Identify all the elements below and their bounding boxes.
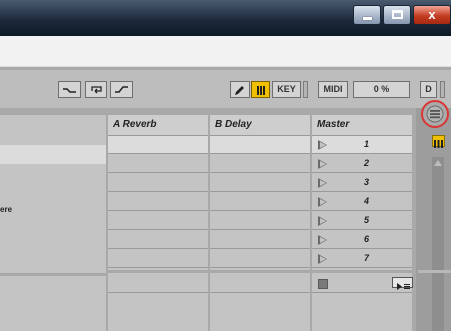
- scene-number: 2: [364, 158, 370, 168]
- ramp-button[interactable]: [110, 81, 133, 98]
- scene-view-button[interactable]: [392, 277, 413, 290]
- pencil-icon: [235, 86, 244, 95]
- clip-slot[interactable]: [210, 193, 310, 211]
- close-icon: x: [428, 7, 436, 22]
- play-icon[interactable]: [318, 216, 327, 226]
- key-map-button[interactable]: KEY: [272, 81, 301, 98]
- ramp-icon: [115, 86, 128, 93]
- play-list-icon: [397, 283, 410, 290]
- scene-number: 3: [364, 177, 370, 187]
- vertical-scrollbar[interactable]: [432, 157, 444, 331]
- clip-slot[interactable]: [108, 174, 208, 192]
- clip-stop-slot[interactable]: [210, 275, 310, 293]
- track-label: ere: [0, 205, 13, 214]
- clip-slot[interactable]: [210, 212, 310, 230]
- menu-bar: [0, 36, 451, 67]
- pause-icon: [256, 86, 265, 95]
- selected-clip-slot[interactable]: [0, 145, 106, 164]
- scene-launch-slot[interactable]: 1: [312, 136, 412, 154]
- play-icon[interactable]: [318, 159, 327, 169]
- keyboard-pause-button[interactable]: [251, 81, 270, 98]
- play-icon[interactable]: [318, 140, 327, 150]
- track-title: B Delay: [215, 119, 252, 130]
- master-track: Master 1 2 3 4 5 6 7: [312, 115, 413, 331]
- scroll-up-icon[interactable]: [434, 160, 442, 166]
- clip-slot[interactable]: [108, 231, 208, 249]
- clip-stop-slot[interactable]: [108, 275, 208, 293]
- play-icon[interactable]: [318, 197, 327, 207]
- clip-slot[interactable]: [210, 231, 310, 249]
- section-divider: [0, 273, 106, 276]
- draw-mode-button[interactable]: [230, 81, 250, 98]
- track-title: A Reverb: [113, 119, 157, 130]
- clip-slot[interactable]: [210, 174, 310, 192]
- close-button[interactable]: x: [413, 5, 451, 25]
- clip-slot[interactable]: [108, 136, 208, 154]
- title-bar: x: [0, 0, 451, 36]
- midi-map-button[interactable]: MIDI: [318, 81, 348, 98]
- track-title: Master: [317, 119, 350, 130]
- scene-number: 1: [364, 139, 370, 149]
- scene-launch-slot[interactable]: 2: [312, 155, 412, 173]
- clip-slot[interactable]: [108, 212, 208, 230]
- scene-launch-slot[interactable]: 6: [312, 231, 412, 249]
- track-column-left: ere: [0, 115, 106, 331]
- scene-launch-slot[interactable]: 3: [312, 174, 412, 192]
- pause-icon: [434, 140, 443, 148]
- d-button[interactable]: D: [420, 81, 437, 98]
- scene-number: 6: [364, 234, 370, 244]
- section-divider: [418, 270, 451, 273]
- draw-curve-button[interactable]: [58, 81, 81, 98]
- loop-icon: [90, 86, 102, 94]
- transport-toolbar: KEY MIDI 0 % D: [0, 70, 451, 109]
- return-track-a-reverb: A Reverb: [108, 115, 208, 331]
- section-divider: [210, 270, 310, 273]
- play-icon[interactable]: [318, 254, 327, 264]
- scene-number: 5: [364, 215, 370, 225]
- toolbar-divider: [440, 81, 445, 98]
- scene-launch-slot[interactable]: 7: [312, 250, 412, 268]
- clip-slot[interactable]: [210, 136, 310, 154]
- clip-slot[interactable]: [108, 193, 208, 211]
- track-header[interactable]: Master: [312, 115, 412, 136]
- session-mixer: ere A Reverb B Delay Master 1 2 3 4 5 6: [0, 108, 451, 331]
- minimize-icon: [363, 17, 372, 20]
- track-header[interactable]: B Delay: [210, 115, 310, 136]
- return-track-b-delay: B Delay: [210, 115, 310, 331]
- scene-number: 4: [364, 196, 370, 206]
- clip-slot[interactable]: [210, 155, 310, 173]
- menu-icon: [426, 105, 444, 123]
- play-icon[interactable]: [318, 235, 327, 245]
- scene-launch-slot[interactable]: 5: [312, 212, 412, 230]
- play-icon[interactable]: [318, 178, 327, 188]
- clip-slot[interactable]: [108, 155, 208, 173]
- toolbar-divider: [303, 81, 308, 98]
- section-divider: [108, 270, 208, 273]
- stop-all-clips-icon[interactable]: [318, 279, 328, 289]
- track-header[interactable]: A Reverb: [108, 115, 208, 136]
- cpu-meter: 0 %: [353, 81, 410, 98]
- maximize-icon: [392, 10, 403, 19]
- clip-slot[interactable]: [108, 250, 208, 268]
- minimize-button[interactable]: [353, 5, 381, 25]
- mixer-toggle-button[interactable]: [432, 135, 445, 148]
- hide-show-menu-button[interactable]: [421, 100, 449, 128]
- scene-number: 7: [364, 253, 370, 263]
- maximize-button[interactable]: [383, 5, 411, 25]
- section-divider: [312, 270, 412, 273]
- loop-button[interactable]: [85, 81, 107, 98]
- draw-curve-icon: [63, 88, 76, 93]
- scene-launch-slot[interactable]: 4: [312, 193, 412, 211]
- stop-all-clips-slot: [312, 275, 413, 293]
- clip-slot[interactable]: [210, 250, 310, 268]
